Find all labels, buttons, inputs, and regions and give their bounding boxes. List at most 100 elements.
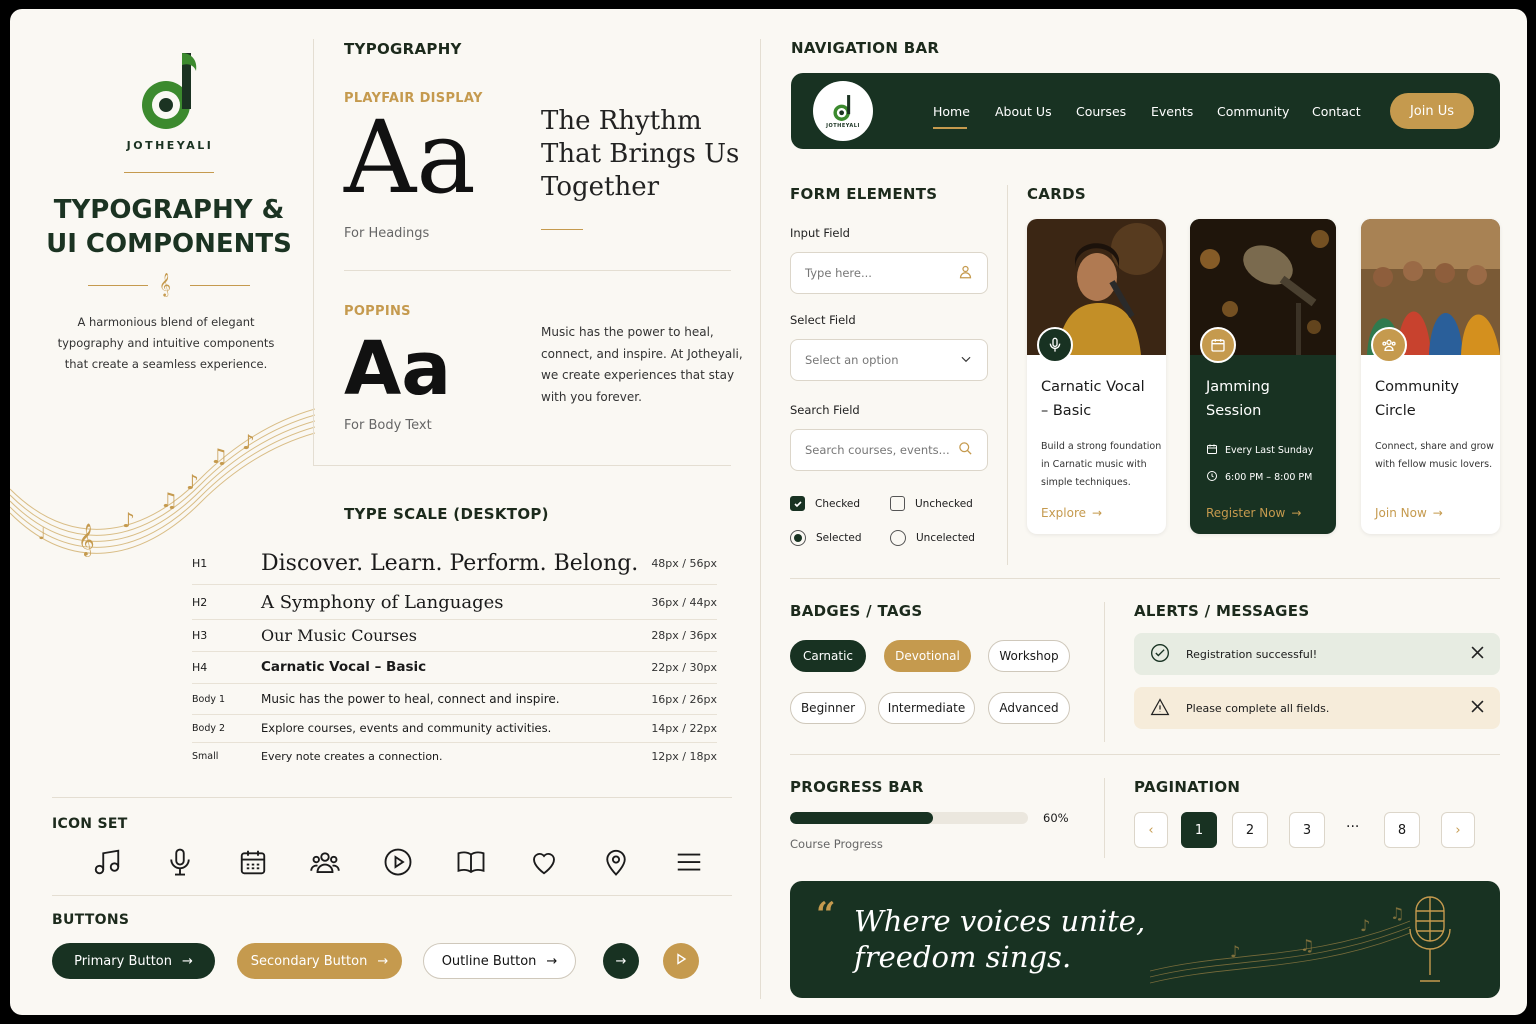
svg-text:♪: ♪ bbox=[242, 430, 255, 454]
tag-intermediate[interactable]: Intermediate bbox=[878, 692, 975, 724]
icon-arrow-button[interactable]: → bbox=[603, 943, 639, 979]
pagination-page[interactable]: 8 bbox=[1384, 812, 1420, 848]
row-divider bbox=[192, 619, 717, 620]
navbar-brand-name: JOTHEYALI bbox=[826, 123, 860, 129]
card-title-line: Circle bbox=[1375, 403, 1416, 419]
brand-logo-icon bbox=[138, 47, 202, 135]
input-field-label: Input Field bbox=[790, 226, 850, 240]
type-scale-row: Body 2 Explore courses, events and commu… bbox=[192, 715, 717, 741]
page-title-line2: UI COMPONENTS bbox=[46, 229, 292, 259]
pagination-next[interactable]: › bbox=[1441, 812, 1475, 848]
type-scale-row: H1 Discover. Learn. Perform. Belong. 48p… bbox=[192, 543, 717, 583]
card-desc-line: simple techniques. bbox=[1041, 477, 1131, 488]
radio-label: Uncelected bbox=[916, 532, 975, 544]
pagination-ellipsis: ··· bbox=[1346, 819, 1360, 835]
pagination-heading: PAGINATION bbox=[1134, 778, 1241, 796]
tag-workshop[interactable]: Workshop bbox=[988, 640, 1070, 672]
quote-line: Where voices unite, bbox=[854, 904, 1146, 938]
nav-link-community[interactable]: Community bbox=[1217, 104, 1289, 119]
body-paragraph-line: Music has the power to heal, bbox=[541, 325, 714, 339]
select-field-label: Select Field bbox=[790, 313, 856, 327]
tag-carnatic[interactable]: Carnatic bbox=[790, 640, 866, 672]
display-font-sample: Aa bbox=[344, 99, 476, 216]
hero-description: A harmonious blend of elegant typography… bbox=[40, 312, 292, 375]
outline-button[interactable]: Outline Button → bbox=[423, 943, 576, 979]
radio-unselected[interactable]: Uncelected bbox=[890, 530, 975, 546]
card-desc-line: with fellow music lovers. bbox=[1375, 459, 1493, 470]
card-link-explore[interactable]: Explore → bbox=[1041, 506, 1102, 520]
checkbox-unchecked[interactable]: Unchecked bbox=[890, 496, 973, 511]
card-link-join[interactable]: Join Now → bbox=[1375, 506, 1443, 520]
radio-selected[interactable]: Selected bbox=[790, 530, 862, 546]
close-icon[interactable] bbox=[1471, 646, 1484, 662]
svg-text:𝄞: 𝄞 bbox=[78, 523, 95, 557]
divider bbox=[88, 285, 148, 286]
arrow-right-icon: → bbox=[546, 953, 558, 969]
type-scale-tag: Body 1 bbox=[192, 693, 226, 705]
tag-beginner[interactable]: Beginner bbox=[790, 692, 866, 724]
primary-button[interactable]: Primary Button → bbox=[52, 943, 215, 979]
nav-link-about[interactable]: About Us bbox=[995, 104, 1052, 119]
radio-circle bbox=[890, 530, 906, 546]
display-quote: The Rhythm That Brings Us Together bbox=[541, 105, 739, 204]
chevron-right-icon: › bbox=[1455, 822, 1461, 838]
nav-link-events[interactable]: Events bbox=[1151, 104, 1193, 119]
pagination-page[interactable]: 2 bbox=[1232, 812, 1268, 848]
row-divider bbox=[192, 584, 717, 585]
tag-devotional[interactable]: Devotional bbox=[884, 640, 971, 672]
course-card[interactable]: Carnatic Vocal – Basic Build a strong fo… bbox=[1027, 219, 1166, 534]
secondary-button[interactable]: Secondary Button → bbox=[237, 943, 402, 979]
type-scale-tag: H4 bbox=[192, 660, 208, 674]
checkbox-checked[interactable]: Checked bbox=[790, 496, 860, 511]
body-paragraph-line: we create experiences that stay bbox=[541, 368, 735, 383]
progress-label: Course Progress bbox=[790, 837, 883, 851]
join-us-button[interactable]: Join Us bbox=[1390, 93, 1474, 129]
type-scale-size: 28px / 36px bbox=[651, 628, 717, 642]
pagination-prev[interactable]: ‹ bbox=[1134, 812, 1168, 848]
checkbox-box bbox=[890, 496, 905, 511]
nav-link-home[interactable]: Home bbox=[933, 104, 970, 119]
body-paragraph-line: with you forever. bbox=[541, 390, 642, 405]
tag-advanced[interactable]: Advanced bbox=[988, 692, 1070, 724]
nav-link-courses[interactable]: Courses bbox=[1076, 104, 1126, 119]
svg-text:♩: ♩ bbox=[38, 524, 46, 543]
microphone-icon bbox=[165, 847, 195, 881]
card-link-label: Explore bbox=[1041, 506, 1087, 520]
chevron-left-icon: ‹ bbox=[1148, 822, 1154, 838]
text-input[interactable]: Type here... bbox=[790, 252, 988, 294]
search-field-label: Search Field bbox=[790, 403, 860, 417]
type-scale-sample: Every note creates a connection. bbox=[261, 749, 443, 763]
nav-link-contact[interactable]: Contact bbox=[1312, 104, 1361, 119]
community-card[interactable]: Community Circle Connect, share and grow… bbox=[1361, 219, 1500, 534]
navbar-heading: NAVIGATION BAR bbox=[791, 39, 940, 57]
event-card[interactable]: Jamming Session Every Last Sunday 6:00 P… bbox=[1190, 219, 1336, 534]
body-font-usage: For Body Text bbox=[344, 418, 432, 433]
card-link-label: Register Now bbox=[1206, 506, 1286, 520]
quote-mark: “ bbox=[816, 895, 836, 935]
close-icon[interactable] bbox=[1471, 700, 1484, 716]
card-link-register[interactable]: Register Now → bbox=[1206, 506, 1301, 520]
select-field[interactable]: Select an option bbox=[790, 339, 988, 381]
body-paragraph: Music has the power to heal, connect, an… bbox=[541, 322, 743, 409]
svg-text:♪: ♪ bbox=[1230, 942, 1240, 961]
body-paragraph-line: connect, and inspire. At Jotheyali, bbox=[541, 346, 743, 361]
treble-clef-icon: 𝄞 bbox=[159, 272, 171, 296]
design-sheet: JOTHEYALI TYPOGRAPHY & UI COMPONENTS 𝄞 A… bbox=[10, 9, 1527, 1015]
divider bbox=[190, 285, 250, 286]
card-time-text: 6:00 PM – 8:00 PM bbox=[1225, 472, 1313, 483]
cards-heading: CARDS bbox=[1027, 185, 1086, 203]
type-scale-size: 14px / 22px bbox=[651, 721, 717, 735]
display-quote-line: Together bbox=[541, 172, 660, 202]
primary-button-label: Primary Button bbox=[74, 953, 172, 969]
progress-value: 60% bbox=[1043, 811, 1069, 825]
icon-play-button[interactable] bbox=[663, 943, 699, 979]
navbar-logo[interactable]: JOTHEYALI bbox=[813, 81, 873, 141]
display-font-usage: For Headings bbox=[344, 226, 430, 241]
pagination-page[interactable]: 1 bbox=[1181, 812, 1217, 848]
type-scale-size: 22px / 30px bbox=[651, 660, 717, 674]
type-scale-sample: Discover. Learn. Perform. Belong. bbox=[261, 550, 639, 576]
pagination-page[interactable]: 3 bbox=[1289, 812, 1325, 848]
search-input[interactable]: Search courses, events... bbox=[790, 429, 988, 471]
type-scale-sample: Carnatic Vocal – Basic bbox=[261, 659, 427, 675]
type-scale-size: 36px / 44px bbox=[651, 595, 717, 609]
